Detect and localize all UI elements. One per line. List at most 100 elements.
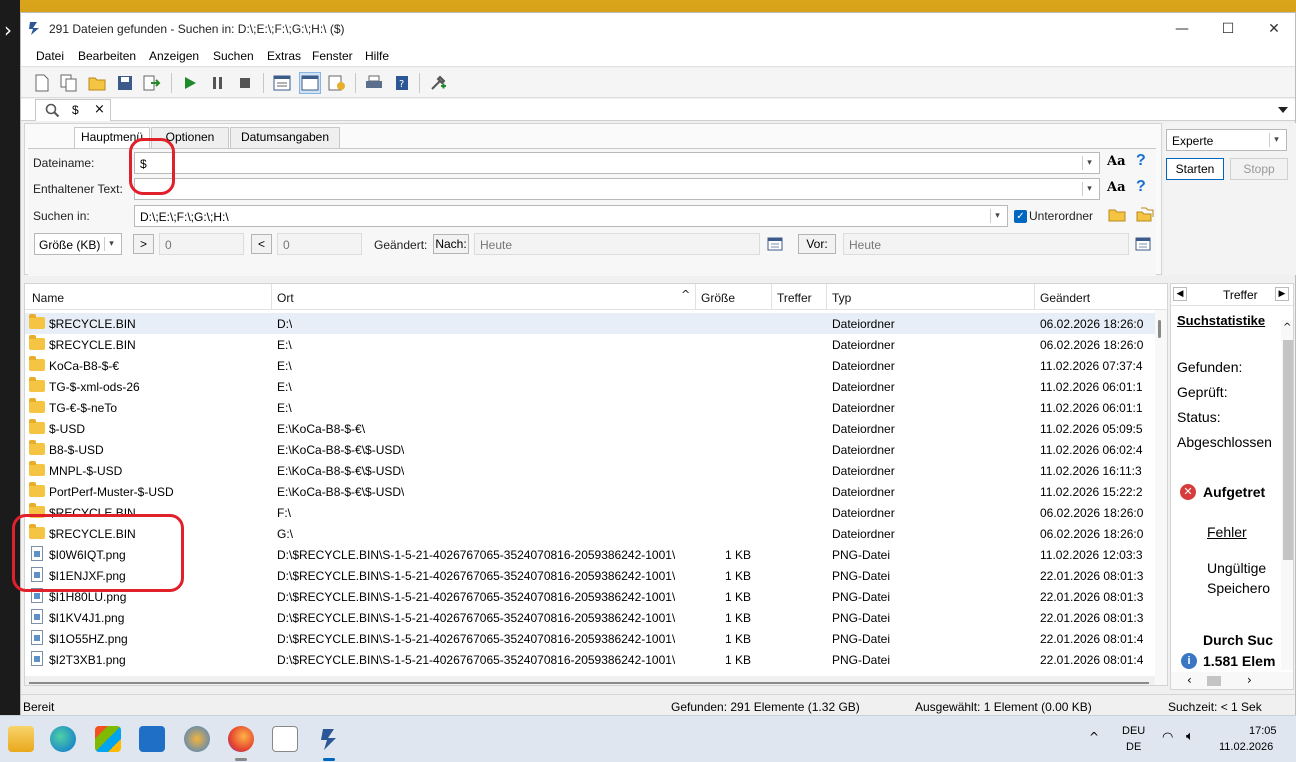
play-icon[interactable] bbox=[179, 72, 201, 94]
maximize-button[interactable]: ☐ bbox=[1205, 13, 1251, 45]
pause-icon[interactable] bbox=[207, 72, 229, 94]
unterordner-checkbox[interactable]: ✓ bbox=[1014, 210, 1027, 223]
case-sensitive-icon[interactable]: Aa bbox=[1107, 180, 1126, 195]
tab-datumsangaben[interactable]: Datumsangaben bbox=[230, 127, 340, 148]
table-row[interactable]: $-USD E:\KoCa-B8-$-€\ Dateiordner 11.02.202… bbox=[25, 418, 1155, 439]
new-document-icon[interactable] bbox=[31, 72, 53, 94]
table-row[interactable]: $I1O55HZ.png D:\$RECYCLE.BIN\S-1-5-21-402… bbox=[25, 628, 1155, 649]
save-icon[interactable] bbox=[114, 72, 136, 94]
groesse-select[interactable]: Größe (KB) ▾ bbox=[34, 233, 122, 255]
side-scroll-thumb[interactable] bbox=[1283, 340, 1293, 560]
properties-icon[interactable] bbox=[326, 72, 348, 94]
fehler-link[interactable]: Fehler bbox=[1207, 524, 1247, 540]
column-separator[interactable] bbox=[695, 284, 696, 310]
language-code[interactable]: DEU bbox=[1122, 725, 1145, 737]
table-row[interactable]: $RECYCLE.BIN G:\ Dateiordner 06.02.2026 18:… bbox=[25, 523, 1155, 544]
close-tab-icon[interactable]: × bbox=[94, 102, 105, 117]
table-row[interactable]: $I2T3XB1.png D:\$RECYCLE.BIN\S-1-5-21-402… bbox=[25, 649, 1155, 670]
column-separator[interactable] bbox=[271, 284, 272, 310]
search-app-icon[interactable] bbox=[316, 726, 342, 752]
scroll-thumb[interactable] bbox=[29, 682, 1149, 684]
enthaltener-text-input[interactable]: ▾ bbox=[134, 178, 1100, 200]
table-row[interactable]: $RECYCLE.BIN D:\ Dateiordner 06.02.2026 18:… bbox=[25, 313, 1155, 334]
keyboard-layout[interactable]: DE bbox=[1126, 741, 1141, 753]
outlook-icon[interactable] bbox=[139, 726, 165, 752]
suchen-in-input[interactable]: D:\;E:\;F:\;G:\;H:\ ▾ bbox=[134, 205, 1008, 227]
vor-button[interactable]: Vor: bbox=[798, 234, 836, 254]
clock-date[interactable]: 11.02.2026 bbox=[1219, 741, 1273, 753]
chevron-up-icon[interactable]: ^ bbox=[1089, 730, 1099, 744]
column-separator[interactable] bbox=[826, 284, 827, 310]
table-row[interactable]: $I1ENJXF.png D:\$RECYCLE.BIN\S-1-5-21-402… bbox=[25, 565, 1155, 586]
less-than-button[interactable]: < bbox=[251, 234, 272, 254]
firefox-icon[interactable] bbox=[228, 726, 254, 752]
minimize-button[interactable]: — bbox=[1159, 13, 1205, 45]
chevron-down-icon[interactable]: ▾ bbox=[1269, 133, 1283, 147]
copy-document-icon[interactable] bbox=[58, 72, 80, 94]
menu-suchen[interactable]: Suchen bbox=[213, 49, 254, 63]
stop-button[interactable]: Stopp bbox=[1230, 158, 1288, 180]
nach-button[interactable]: Nach: bbox=[433, 234, 469, 254]
file-explorer-icon[interactable] bbox=[8, 726, 34, 752]
nach-date-input[interactable]: Heute bbox=[474, 233, 760, 255]
menu-hilfe[interactable]: Hilfe bbox=[365, 49, 389, 63]
table-row[interactable]: TG-$-xml-ods-26 E:\ Dateiordner 11.02.2026 … bbox=[25, 376, 1155, 397]
chevron-left-icon[interactable]: ‹ bbox=[1187, 673, 1192, 687]
help-book-icon[interactable]: ? bbox=[391, 72, 413, 94]
menu-anzeigen[interactable]: Anzeigen bbox=[149, 49, 199, 63]
calendar-icon[interactable] bbox=[767, 236, 783, 251]
stop-icon[interactable] bbox=[234, 72, 256, 94]
export-icon[interactable] bbox=[141, 72, 163, 94]
vor-date-input[interactable]: Heute bbox=[843, 233, 1129, 255]
table-row[interactable]: MNPL-$-USD E:\KoCa-B8-$-€\$-USD\ Dateiordn… bbox=[25, 460, 1155, 481]
mode-select[interactable]: Experte ▾ bbox=[1166, 129, 1287, 151]
horizontal-scrollbar[interactable] bbox=[25, 676, 1155, 685]
table-row[interactable]: $RECYCLE.BIN E:\ Dateiordner 06.02.2026 18:… bbox=[25, 334, 1155, 355]
groesse-max-input[interactable]: 0 bbox=[277, 233, 362, 255]
close-button[interactable]: ✕ bbox=[1251, 13, 1296, 45]
chevron-right-icon[interactable]: ▶ bbox=[1275, 287, 1289, 301]
table-row[interactable]: KoCa-B8-$-€ E:\ Dateiordner 11.02.2026 07:3… bbox=[25, 355, 1155, 376]
column-geaendert[interactable]: Geändert bbox=[1040, 291, 1090, 305]
calendar-icon[interactable] bbox=[1135, 236, 1151, 251]
cards-game-icon[interactable] bbox=[272, 726, 298, 752]
dropdown-triangle-icon[interactable] bbox=[1277, 105, 1289, 115]
table-row[interactable]: $I1KV4J1.png D:\$RECYCLE.BIN\S-1-5-21-402… bbox=[25, 607, 1155, 628]
chevron-down-icon[interactable]: ▾ bbox=[1082, 182, 1096, 196]
column-treffer[interactable]: Treffer bbox=[777, 291, 812, 305]
volume-icon[interactable]: 🔈︎ bbox=[1186, 729, 1194, 744]
column-separator[interactable] bbox=[1034, 284, 1035, 310]
table-row[interactable]: B8-$-USD E:\KoCa-B8-$-€\$-USD\ Dateiordner… bbox=[25, 439, 1155, 460]
vertical-scrollbar[interactable] bbox=[1155, 310, 1167, 685]
chevron-up-icon[interactable]: ^ bbox=[1283, 322, 1291, 333]
clock-time[interactable]: 17:05 bbox=[1249, 725, 1277, 737]
menu-bearbeiten[interactable]: Bearbeiten bbox=[78, 49, 136, 63]
window-list-icon[interactable] bbox=[271, 72, 293, 94]
scroll-thumb[interactable] bbox=[1158, 320, 1161, 338]
menu-fenster[interactable]: Fenster bbox=[312, 49, 353, 63]
menu-extras[interactable]: Extras bbox=[267, 49, 301, 63]
side-hscroll-thumb[interactable] bbox=[1207, 676, 1221, 686]
print-icon[interactable] bbox=[363, 72, 385, 94]
multi-folder-icon[interactable] bbox=[1136, 207, 1154, 222]
help-icon[interactable]: ? bbox=[1136, 178, 1146, 196]
greater-than-button[interactable]: > bbox=[133, 234, 154, 254]
table-row[interactable]: TG-€-$-neTo E:\ Dateiordner 11.02.2026 06:0… bbox=[25, 397, 1155, 418]
side-vertical-scrollbar[interactable]: ^ bbox=[1281, 320, 1293, 670]
column-name[interactable]: Name bbox=[32, 291, 64, 305]
table-row[interactable]: $RECYCLE.BIN F:\ Dateiordner 06.02.2026 18:… bbox=[25, 502, 1155, 523]
side-tab-treffer[interactable]: Treffer bbox=[1223, 288, 1258, 302]
chevron-right-icon[interactable]: › bbox=[4, 18, 12, 42]
column-separator[interactable] bbox=[771, 284, 772, 310]
dateiname-input[interactable]: $ ▾ bbox=[134, 152, 1100, 174]
chevron-down-icon[interactable]: ▾ bbox=[1082, 156, 1096, 170]
start-button[interactable]: Starten bbox=[1166, 158, 1224, 180]
table-row[interactable]: $I1H80LU.png D:\$RECYCLE.BIN\S-1-5-21-402… bbox=[25, 586, 1155, 607]
preview-pane-icon[interactable] bbox=[299, 72, 321, 94]
browse-folder-icon[interactable] bbox=[1108, 207, 1126, 222]
case-sensitive-icon[interactable]: Aa bbox=[1107, 154, 1126, 169]
menu-datei[interactable]: Datei bbox=[36, 49, 64, 63]
column-groesse[interactable]: Größe bbox=[701, 291, 735, 305]
tools-icon[interactable] bbox=[427, 72, 449, 94]
document-tab[interactable]: $ × bbox=[35, 99, 111, 121]
